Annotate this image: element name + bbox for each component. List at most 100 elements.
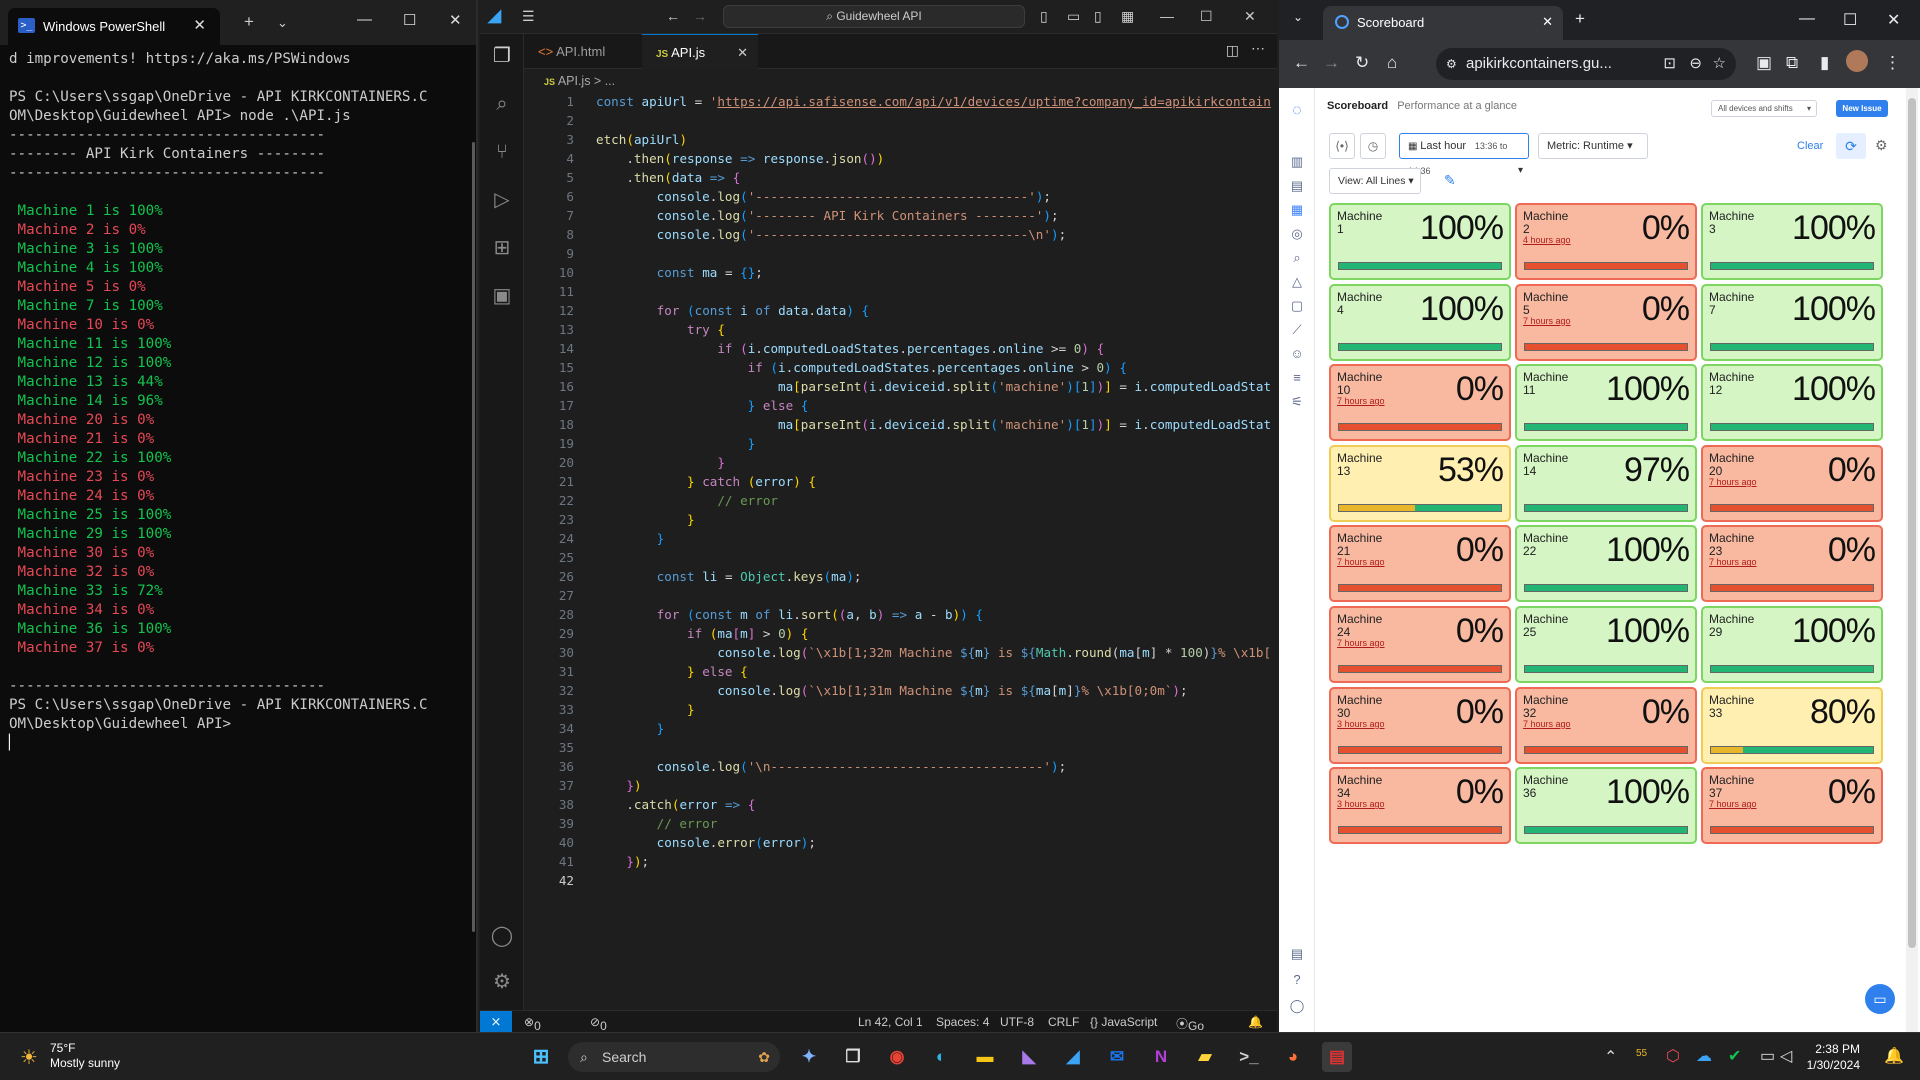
breadcrumb[interactable]: JS API.js > ... xyxy=(524,70,615,92)
onedrive-icon[interactable]: ☁ xyxy=(1696,1046,1712,1066)
chevron-down-icon[interactable]: ⌄ xyxy=(277,15,288,31)
powershell-tab[interactable]: >_ Windows PowerShell ✕ xyxy=(8,8,220,45)
back-arrow-icon[interactable]: ← xyxy=(666,8,680,24)
settings-icon[interactable]: ⚙ xyxy=(1875,137,1888,154)
task-view-icon[interactable]: ❐ xyxy=(838,1042,868,1072)
machine-card[interactable]: Machine 29 100% xyxy=(1701,606,1883,683)
bar-chart-icon[interactable]: ▤ xyxy=(1289,178,1305,194)
close-tab-icon[interactable]: ✕ xyxy=(1542,14,1553,30)
metric-dropdown[interactable]: Metric: Runtime ▾ xyxy=(1538,133,1648,159)
code-line[interactable]: } else { xyxy=(596,662,1271,681)
refresh-icon[interactable]: ⟳ xyxy=(1836,133,1866,159)
minimize-icon[interactable]: — xyxy=(1799,10,1815,28)
volume-icon[interactable]: ◁ xyxy=(1780,1046,1792,1066)
weather-widget[interactable]: 75°F Mostly sunny xyxy=(50,1041,120,1071)
close-icon[interactable]: ✕ xyxy=(1244,8,1256,25)
code-line[interactable]: } xyxy=(596,453,1271,472)
go-live-button[interactable]: ⦿ Go Live xyxy=(1176,1015,1210,1047)
check-icon[interactable]: ✔ xyxy=(1728,1046,1741,1066)
code-line[interactable]: .then(response => response.json()) xyxy=(596,149,1271,168)
machine-card[interactable]: Machine 1 100% xyxy=(1329,203,1511,280)
remote-explorer-icon[interactable]: ▣ xyxy=(490,284,514,308)
chrome-icon[interactable]: ◉ xyxy=(882,1042,912,1072)
code-line[interactable]: if (ma[m] > 0) { xyxy=(596,624,1271,643)
minimize-icon[interactable]: — xyxy=(357,11,372,28)
machine-card[interactable]: Machine 25 100% xyxy=(1515,606,1697,683)
time-range-picker[interactable]: ▦ Last hour 13:36 to 14:36 ▾ xyxy=(1399,133,1529,176)
antivirus-icon[interactable]: ⬡ xyxy=(1666,1046,1680,1066)
code-editor[interactable]: 1 2 3 4 5 6 7 8 9 10 11 12 13 14 15 16 17 18 19 20 21 22 23 24 2… xyxy=(524,92,1277,1010)
bell-icon[interactable]: 🔔 xyxy=(1248,1015,1263,1029)
warning-icon[interactable]: △ xyxy=(1289,274,1305,290)
code-line[interactable]: try { xyxy=(596,320,1271,339)
terminal-output[interactable]: d improvements! https://aka.ms/PSWindows… xyxy=(9,50,428,753)
code-line[interactable]: } catch (error) { xyxy=(596,472,1271,491)
scroll-thumb[interactable] xyxy=(1908,98,1916,948)
new-tab-icon[interactable]: + xyxy=(244,12,254,32)
clock-icon[interactable]: ◷ xyxy=(1360,133,1386,159)
taskbar-search[interactable]: ⌕ Search ✿ xyxy=(568,1042,780,1072)
tray-badge[interactable]: 55 xyxy=(1636,1048,1647,1059)
machine-card[interactable]: Machine 22 100% xyxy=(1515,525,1697,603)
machine-card[interactable]: Machine 12 100% xyxy=(1701,364,1883,442)
reload-icon[interactable]: ↻ xyxy=(1355,53,1369,73)
target-icon[interactable]: ◎ xyxy=(1289,226,1305,242)
tab-api-js[interactable]: JS API.js ✕ xyxy=(642,34,758,69)
tab-api-html[interactable]: <> API.html xyxy=(524,34,642,69)
machine-card[interactable]: Machine 10 0% 7 hours ago xyxy=(1329,364,1511,442)
machine-card[interactable]: Machine 33 80% xyxy=(1701,686,1883,764)
machine-card[interactable]: Machine 37 0% 7 hours ago xyxy=(1701,767,1883,845)
maximize-icon[interactable]: ☐ xyxy=(403,11,416,29)
code-line[interactable]: if (i.computedLoadStates.percentages.onl… xyxy=(596,358,1271,377)
code-line[interactable]: ma[parseInt(i.deviceid.split('machine')[… xyxy=(596,415,1271,434)
code-line[interactable]: console.log('-------- API Kirk Container… xyxy=(596,206,1271,225)
visual-studio-icon[interactable]: ◣ xyxy=(1014,1042,1044,1072)
docs-icon[interactable]: ▤ xyxy=(1289,946,1305,962)
command-center-search[interactable]: ⌕ Guidewheel API xyxy=(723,5,1025,28)
site-info-icon[interactable]: ⚙ xyxy=(1446,48,1457,80)
search-icon[interactable]: ⌕ xyxy=(490,92,514,116)
last-running-link[interactable]: 7 hours ago xyxy=(1337,396,1385,406)
address-bar[interactable]: ⚙ apikirkcontainers.gu... ⊡ ⊖ ☆ xyxy=(1436,48,1736,80)
extensions-icon[interactable]: ⊞ xyxy=(490,236,514,260)
page-scrollbar[interactable] xyxy=(1906,88,1918,1032)
new-tab-icon[interactable]: + xyxy=(1575,9,1585,29)
last-running-link[interactable]: 7 hours ago xyxy=(1709,799,1757,809)
profile-icon[interactable]: ◯ xyxy=(1289,998,1305,1014)
code-line[interactable]: } xyxy=(596,700,1271,719)
help-icon[interactable]: ? xyxy=(1289,972,1305,988)
machine-card[interactable]: Machine 20 0% 7 hours ago xyxy=(1701,444,1883,522)
machine-card[interactable]: Machine 2 0% 4 hours ago xyxy=(1515,203,1697,280)
last-running-link[interactable]: 7 hours ago xyxy=(1709,557,1757,567)
users-icon[interactable]: ☺ xyxy=(1289,346,1305,362)
terminal-icon[interactable]: >_ xyxy=(1234,1042,1264,1072)
maximize-icon[interactable]: ☐ xyxy=(1843,10,1857,30)
devices-filter-dropdown[interactable]: All devices and shifts ▾ xyxy=(1711,100,1817,117)
code-line[interactable]: } xyxy=(596,510,1271,529)
clock[interactable]: 2:38 PM 1/30/2024 xyxy=(1807,1041,1860,1073)
machine-card[interactable]: Machine 30 0% 3 hours ago xyxy=(1329,686,1511,764)
last-running-link[interactable]: 7 hours ago xyxy=(1709,477,1757,487)
code-line[interactable]: if (i.computedLoadStates.percentages.onl… xyxy=(596,339,1271,358)
machine-card[interactable]: Machine 24 0% 7 hours ago xyxy=(1329,606,1511,683)
code-line[interactable] xyxy=(596,586,1271,605)
problems-indicator[interactable]: ⊗ 0 0 xyxy=(524,1015,541,1047)
source-control-icon[interactable]: ⑂ xyxy=(490,140,514,164)
machine-card[interactable]: Machine 21 0% 7 hours ago xyxy=(1329,525,1511,603)
close-icon[interactable]: ✕ xyxy=(449,11,462,29)
customize-layout-icon[interactable]: ▦ xyxy=(1121,8,1134,25)
machine-card[interactable]: Machine 4 100% xyxy=(1329,283,1511,361)
language-mode[interactable]: {} JavaScript xyxy=(1090,1015,1157,1029)
outlook-icon[interactable]: ✉ xyxy=(1102,1042,1132,1072)
code-line[interactable]: console.error(error); xyxy=(596,833,1271,852)
remote-indicator-icon[interactable]: ⨯ xyxy=(480,1011,512,1033)
code-line[interactable]: const li = Object.keys(ma); xyxy=(596,567,1271,586)
ports-indicator[interactable]: ⊘ 0 xyxy=(590,1015,607,1033)
code-line[interactable]: for (const i of data.data) { xyxy=(596,301,1271,320)
machine-card[interactable]: Machine 34 0% 3 hours ago xyxy=(1329,767,1511,845)
zoom-icon[interactable]: ⊖ xyxy=(1689,48,1702,80)
code-line[interactable]: .then(data => { xyxy=(596,168,1271,187)
code-line[interactable]: } else { xyxy=(596,396,1271,415)
code-line[interactable]: console.log('---------------------------… xyxy=(596,187,1271,206)
live-mode-button[interactable]: ⟨•⟩ xyxy=(1329,133,1355,159)
